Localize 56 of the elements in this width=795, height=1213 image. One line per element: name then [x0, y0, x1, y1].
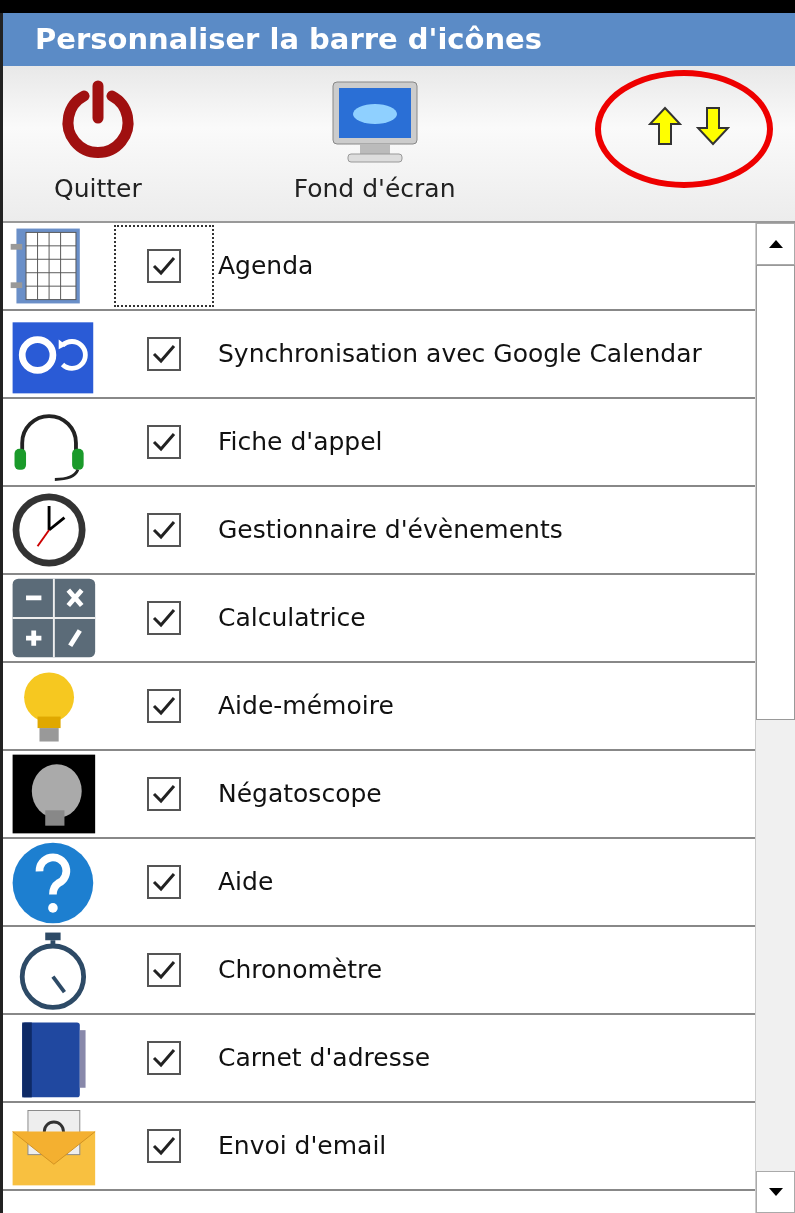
checkbox[interactable]	[147, 1041, 181, 1075]
item-label: Aide-mémoire	[218, 690, 394, 723]
list-row[interactable]: Aide-mémoire	[3, 663, 755, 751]
checkmark-icon	[151, 783, 177, 805]
item-label: Fiche d'appel	[218, 426, 383, 459]
item-label: Agenda	[218, 250, 314, 283]
triangle-down-icon	[767, 1187, 784, 1197]
list-row[interactable]: Gestionnaire d'évènements	[3, 487, 755, 575]
checkbox[interactable]	[147, 513, 181, 547]
list-row[interactable]: Synchronisation avec Google Calendar	[3, 311, 755, 399]
checkbox[interactable]	[147, 601, 181, 635]
wallpaper-button[interactable]: Fond d'écran	[287, 66, 462, 214]
list-row[interactable]: Carnet d'adresse	[3, 1015, 755, 1103]
checkbox[interactable]	[147, 953, 181, 987]
list-row[interactable]: Négatoscope	[3, 751, 755, 839]
checkmark-icon	[151, 1047, 177, 1069]
quit-button[interactable]: Quitter	[48, 66, 148, 214]
monitor-icon	[329, 80, 420, 166]
item-label: Carnet d'adresse	[218, 1042, 431, 1075]
list-row[interactable]: Aide	[3, 839, 755, 927]
checkmark-icon	[151, 431, 177, 453]
list-row[interactable]: Calculatrice	[3, 575, 755, 663]
list-row[interactable]: Envoi d'email	[3, 1103, 755, 1191]
window-title: Personnaliser la barre d'icônes	[3, 13, 795, 66]
checkmark-icon	[151, 343, 177, 365]
checkmark-icon	[151, 1135, 177, 1157]
checkbox[interactable]	[147, 249, 181, 283]
list-row[interactable]: Chronomètre	[3, 927, 755, 1015]
scroll-up-button[interactable]	[756, 223, 795, 265]
checkbox[interactable]	[147, 337, 181, 371]
triangle-up-icon	[767, 239, 784, 249]
checkmark-icon	[151, 607, 177, 629]
scrollbar[interactable]	[755, 223, 795, 1213]
item-label: Calculatrice	[218, 602, 366, 635]
checkbox[interactable]	[147, 865, 181, 899]
scroll-down-button[interactable]	[756, 1171, 795, 1213]
checkbox[interactable]	[147, 689, 181, 723]
checkbox[interactable]	[147, 425, 181, 459]
item-label: Envoi d'email	[218, 1130, 387, 1163]
checkmark-icon	[151, 255, 177, 277]
checkmark-icon	[151, 871, 177, 893]
item-label: Gestionnaire d'évènements	[218, 514, 563, 547]
list-row[interactable]: Agenda	[3, 223, 755, 311]
scrollbar-thumb[interactable]	[756, 265, 795, 720]
item-label: Négatoscope	[218, 778, 382, 811]
item-label: Aide	[218, 866, 274, 899]
move-down-button[interactable]	[696, 106, 730, 146]
checkbox[interactable]	[147, 1129, 181, 1163]
item-label: Chronomètre	[218, 954, 383, 987]
checkmark-icon	[151, 959, 177, 981]
checkmark-icon	[151, 519, 177, 541]
list-row[interactable]: Fiche d'appel	[3, 399, 755, 487]
move-up-button[interactable]	[648, 106, 682, 146]
item-label: Synchronisation avec Google Calendar	[218, 338, 702, 371]
checkmark-icon	[151, 695, 177, 717]
checkbox[interactable]	[147, 777, 181, 811]
